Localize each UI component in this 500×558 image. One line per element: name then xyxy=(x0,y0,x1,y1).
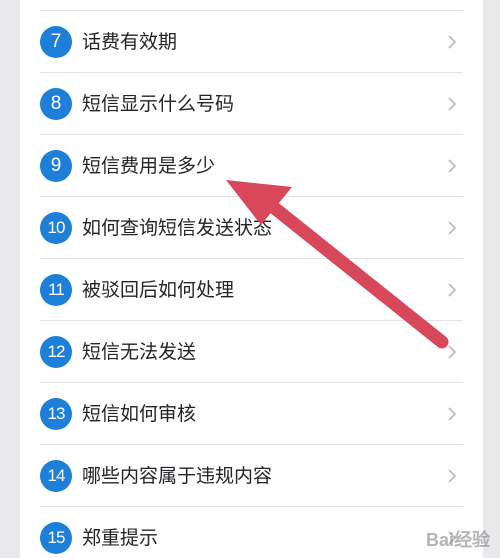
faq-item-15[interactable]: 15 郑重提示 xyxy=(40,506,463,558)
chevron-right-icon xyxy=(448,35,457,49)
faq-item-14[interactable]: 14 哪些内容属于违规内容 xyxy=(40,444,463,506)
chevron-right-icon xyxy=(448,469,457,483)
item-number-badge: 7 xyxy=(40,26,72,58)
faq-item-9[interactable]: 9 短信费用是多少 xyxy=(40,134,463,196)
item-label: 短信无法发送 xyxy=(82,341,197,363)
item-label: 被驳回后如何处理 xyxy=(82,279,235,301)
chevron-right-icon xyxy=(448,407,457,421)
item-label: 短信如何审核 xyxy=(82,403,197,425)
item-number-badge: 8 xyxy=(40,88,72,120)
item-number-badge: 11 xyxy=(40,274,72,306)
faq-item-13[interactable]: 13 短信如何审核 xyxy=(40,382,463,444)
faq-item-11[interactable]: 11 被驳回后如何处理 xyxy=(40,258,463,320)
item-label: 短信显示什么号码 xyxy=(82,93,235,115)
item-number-badge: 13 xyxy=(40,398,72,430)
faq-item-7[interactable]: 7 话费有效期 xyxy=(40,10,463,72)
faq-card: 7 话费有效期 8 短信显示什么号码 9 短信费用是多少 10 如何查询短信发送… xyxy=(20,0,483,558)
chevron-right-icon xyxy=(448,345,457,359)
chevron-right-icon xyxy=(448,283,457,297)
item-label: 郑重提示 xyxy=(82,527,159,549)
item-label: 话费有效期 xyxy=(82,31,178,53)
item-number-badge: 15 xyxy=(40,522,72,554)
faq-item-8[interactable]: 8 短信显示什么号码 xyxy=(40,72,463,134)
item-label: 哪些内容属于违规内容 xyxy=(82,465,273,487)
chevron-right-icon xyxy=(448,221,457,235)
chevron-right-icon xyxy=(448,97,457,111)
faq-item-10[interactable]: 10 如何查询短信发送状态 xyxy=(40,196,463,258)
watermark: Bai经验 xyxy=(425,530,490,550)
item-label: 如何查询短信发送状态 xyxy=(82,217,273,239)
item-number-badge: 12 xyxy=(40,336,72,368)
item-label: 短信费用是多少 xyxy=(82,155,216,177)
item-number-badge: 10 xyxy=(40,212,72,244)
item-number-badge: 14 xyxy=(40,460,72,492)
faq-item-12[interactable]: 12 短信无法发送 xyxy=(40,320,463,382)
chevron-right-icon xyxy=(448,159,457,173)
item-number-badge: 9 xyxy=(40,150,72,182)
